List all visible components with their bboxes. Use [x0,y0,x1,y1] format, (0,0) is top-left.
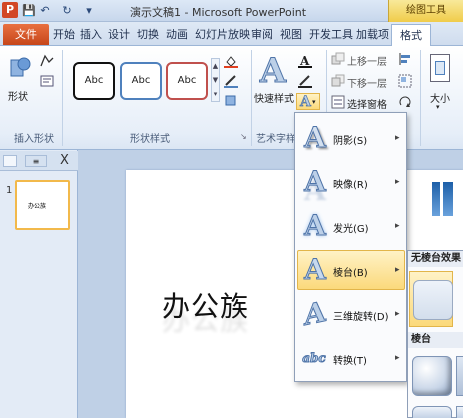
text-outline-icon[interactable] [298,74,312,88]
window-title: 演示文稿1 - Microsoft PowerPoint [130,6,307,19]
bevel-relaxed-inset-option[interactable] [456,356,463,396]
menu-item-transform-label: 转换(T) [333,356,367,367]
chevron-right-icon: ▸ [395,177,400,187]
quick-styles-label[interactable]: 快速样式 [254,90,294,105]
wordart-group-label: 艺术字样 [256,134,296,145]
shape-styles-group-label: 形状样式 [130,134,170,145]
tab-design[interactable]: 设计 [108,24,130,45]
tab-home[interactable]: 开始 [53,24,75,45]
menu-item-bevel-label: 棱台(B) [333,268,368,279]
slide-number: 1 [6,185,13,196]
group-icon[interactable] [398,74,412,88]
tab-format[interactable]: 格式 [391,24,431,46]
tab-transitions[interactable]: 切换 [137,24,159,45]
save-icon[interactable]: 💾 [22,3,36,18]
chevron-down-icon: ▾ [436,103,440,111]
drawing-tools-context-header: 绘图工具 [388,0,463,22]
send-backward-icon[interactable] [331,74,345,88]
text-effects-button[interactable]: A ▾ [296,93,320,110]
bring-forward-icon[interactable] [331,52,345,66]
group-separator [251,50,252,146]
slide-wordart-text[interactable]: 办公族 [162,285,249,325]
no-bevel-option[interactable] [409,271,453,327]
customize-icon[interactable]: ▾ [82,3,96,18]
shape-style-blue[interactable]: Abc [120,62,162,100]
slides-tab-icon[interactable] [3,155,17,167]
no-bevel-swatch [413,280,453,320]
reflection-icon: A [304,165,327,198]
glow-icon: A [304,209,327,242]
bevel-heading: 棱台 [408,332,463,348]
shape-style-black[interactable]: Abc [73,62,115,100]
menu-item-shadow-label: 阴影(S) [333,136,368,147]
powerpoint-app-icon[interactable]: P [2,2,18,18]
edit-shape-icon[interactable] [40,54,54,68]
close-icon[interactable]: X [60,153,69,168]
text-box-icon[interactable] [40,74,54,88]
selection-pane-label[interactable]: 选择窗格 [347,96,387,111]
send-backward-label[interactable]: 下移一层 [347,75,387,90]
tab-animations[interactable]: 动画 [166,24,188,45]
shadow-icon: A [304,121,327,154]
chevron-right-icon: ▸ [395,133,400,143]
bevel-cross-option[interactable] [412,406,452,418]
shapes-button-label: 形状 [8,92,28,103]
svg-text:A: A [299,54,310,68]
size-icon[interactable] [430,54,450,82]
tab-review[interactable]: 审阅 [251,24,273,45]
slide-thumbnail-text: 办公族 [28,203,47,210]
outline-tab-icon[interactable]: ≡ [25,155,47,167]
3d-rotation-icon: A [304,294,327,333]
shapes-button[interactable] [8,52,32,86]
tab-slideshow[interactable]: 幻灯片放映 [195,24,250,45]
chevron-right-icon: ▸ [395,353,400,363]
tab-view[interactable]: 视图 [280,24,302,45]
quick-styles-icon[interactable]: A [258,52,288,91]
shape-styles-launcher-icon[interactable]: ↘ [240,132,247,141]
chevron-right-icon: ▸ [395,221,400,231]
tab-insert[interactable]: 插入 [80,24,102,45]
shape-styles-scroll[interactable]: ▲ ▼ ▾ [211,58,220,102]
menu-item-glow-label: 发光(G) [333,224,369,235]
partial-wordart-preview [429,178,459,224]
bring-forward-label[interactable]: 上移一层 [347,53,387,68]
bevel-icon: A [304,253,327,286]
no-bevel-heading: 无棱台效果 [408,251,463,267]
shape-fill-icon[interactable] [224,54,238,68]
text-fill-icon[interactable]: A [298,54,312,68]
tab-addins[interactable]: 加载项 [356,24,389,45]
redo-icon[interactable]: ↻ [60,3,74,18]
size-label[interactable]: 大小 [430,90,450,105]
tab-file[interactable]: 文件 [3,24,49,45]
transform-icon: abc [302,351,326,366]
chevron-right-icon: ▸ [395,265,400,275]
shape-outline-icon[interactable] [224,74,238,88]
shape-effects-icon[interactable] [224,94,238,108]
group-separator [420,50,421,146]
menu-item-3d-rotation-label: 三维旋转(D) [333,312,389,323]
tab-developer[interactable]: 开发工具 [309,24,353,45]
undo-icon[interactable]: ↶ [38,3,52,18]
align-icon[interactable] [398,52,412,66]
shape-style-red[interactable]: Abc [166,62,208,100]
chevron-right-icon: ▸ [395,309,400,319]
bevel-circle-option[interactable] [412,356,452,396]
insert-shapes-group-label: 插入形状 [14,134,54,145]
text-effects-icon: A [300,94,312,111]
menu-item-reflection-label: 映像(R) [333,180,368,191]
bevel-cool-slant-option[interactable] [456,406,463,418]
shapes-icon [10,57,31,77]
rotate-icon[interactable] [398,95,412,109]
group-separator [62,50,63,146]
chevron-down-icon: ▾ [312,98,316,106]
selection-pane-icon[interactable] [331,95,345,109]
